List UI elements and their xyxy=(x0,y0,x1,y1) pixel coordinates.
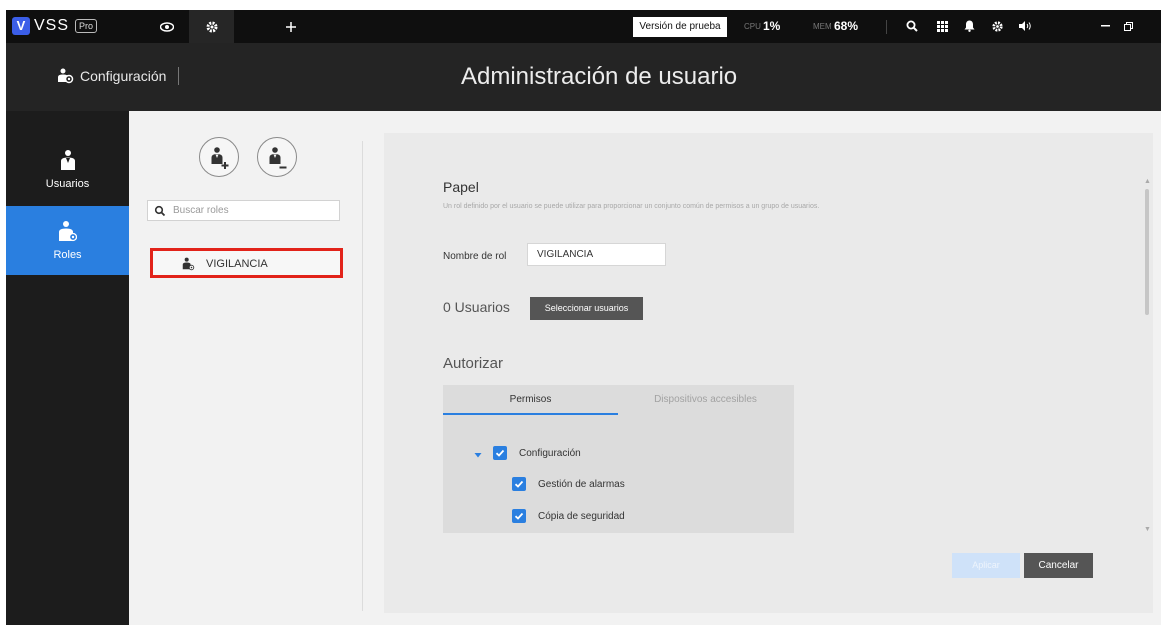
role-name: VIGILANCIA xyxy=(206,258,268,270)
checkbox-copia-seguridad[interactable] xyxy=(512,509,526,523)
cancel-button[interactable]: Cancelar xyxy=(1024,553,1093,578)
tab-live-view[interactable] xyxy=(144,10,189,43)
users-count: 0 Usuarios xyxy=(443,299,510,315)
check-icon xyxy=(495,449,505,457)
user-role-icon xyxy=(58,221,77,242)
search-icon xyxy=(154,205,166,217)
plus-icon xyxy=(286,21,296,32)
permission-label: Gestión de alarmas xyxy=(538,479,625,490)
role-search-box[interactable] xyxy=(147,200,340,221)
nav-item-roles[interactable]: Roles xyxy=(6,206,129,275)
remove-user-icon xyxy=(269,146,286,168)
settings-user-icon xyxy=(58,68,74,84)
section-description: Un rol definido por el usuario se puede … xyxy=(443,203,820,210)
select-users-button[interactable]: Seleccionar usuarios xyxy=(530,297,643,320)
minimize-icon xyxy=(1100,25,1110,27)
scroll-up-arrow[interactable]: ▲ xyxy=(1144,178,1151,185)
user-role-icon xyxy=(182,257,195,271)
remove-role-button[interactable] xyxy=(257,137,297,177)
user-icon xyxy=(60,150,75,170)
check-icon xyxy=(514,512,524,520)
mem-label: MEM xyxy=(813,22,832,31)
left-nav: Usuarios Roles xyxy=(6,111,129,625)
panel-divider xyxy=(362,141,363,611)
role-name-input[interactable]: VIGILANCIA xyxy=(527,243,666,266)
tab-accessible-devices[interactable]: Dispositivos accesibles xyxy=(618,385,793,415)
check-icon xyxy=(514,480,524,488)
roles-panel: VIGILANCIA xyxy=(129,111,364,625)
settings-button[interactable] xyxy=(987,16,1007,36)
scroll-down-arrow[interactable]: ▼ xyxy=(1144,526,1151,533)
tab-permissions[interactable]: Permisos xyxy=(443,385,618,415)
checkbox-gestion-alarmas[interactable] xyxy=(512,477,526,491)
cpu-value: 1% xyxy=(763,19,781,33)
add-role-button[interactable] xyxy=(199,137,239,177)
trial-badge[interactable]: Versión de prueba xyxy=(633,17,727,37)
page-title: Administración de usuario xyxy=(461,63,738,90)
add-user-icon xyxy=(211,146,228,169)
apply-button[interactable]: Aplicar xyxy=(952,553,1020,578)
gear-icon xyxy=(991,20,1003,32)
permission-label: Cópia de seguridad xyxy=(538,511,625,522)
authorize-title: Autorizar xyxy=(443,355,504,372)
volume-icon xyxy=(1018,21,1031,31)
mem-value: 68% xyxy=(834,19,859,33)
permissions-box: Permisos Dispositivos accesibles Configu… xyxy=(443,385,794,533)
app-window: V VSS Pro Versión de prueba CPU 1% MEM 6… xyxy=(6,10,1161,625)
brand-name: VSS xyxy=(34,17,70,34)
section-title: Papel xyxy=(443,179,479,195)
search-icon xyxy=(906,20,918,32)
top-bar: V VSS Pro Versión de prueba CPU 1% MEM 6… xyxy=(6,10,1161,43)
grid-icon xyxy=(936,20,948,32)
nav-label-users: Usuarios xyxy=(45,178,90,190)
grid-button[interactable] xyxy=(932,16,952,36)
section-name: Configuración xyxy=(80,68,167,84)
checkbox-configuracion[interactable] xyxy=(493,446,507,460)
nav-label-roles: Roles xyxy=(53,249,82,261)
header-divider xyxy=(178,67,179,85)
restore-icon xyxy=(1123,21,1133,31)
nav-item-users[interactable]: Usuarios xyxy=(6,135,129,204)
role-detail-panel: Papel Un rol definido por el usuario se … xyxy=(384,133,1153,613)
vss-logo: V xyxy=(12,17,30,35)
permission-label: Configuración xyxy=(519,448,581,459)
edition-badge: Pro xyxy=(75,19,98,33)
scrollbar-thumb[interactable] xyxy=(1145,189,1149,315)
topbar-divider xyxy=(886,20,887,34)
caret-down-icon[interactable] xyxy=(473,450,483,460)
search-button[interactable] xyxy=(902,16,922,36)
volume-button[interactable] xyxy=(1015,16,1035,36)
notifications-button[interactable] xyxy=(959,16,979,36)
eye-icon xyxy=(159,21,174,32)
cpu-label: CPU xyxy=(744,22,761,31)
page-header: Configuración Administración de usuario xyxy=(6,43,1161,111)
add-tab-button[interactable] xyxy=(276,10,306,43)
bell-icon xyxy=(964,20,974,32)
tab-settings[interactable] xyxy=(189,10,234,43)
minimize-button[interactable] xyxy=(1095,16,1115,36)
restore-button[interactable] xyxy=(1118,16,1138,36)
role-list-item[interactable]: VIGILANCIA xyxy=(150,248,343,278)
gear-icon xyxy=(206,21,217,32)
role-search-input[interactable] xyxy=(173,201,338,220)
role-name-label: Nombre de rol xyxy=(443,251,507,262)
